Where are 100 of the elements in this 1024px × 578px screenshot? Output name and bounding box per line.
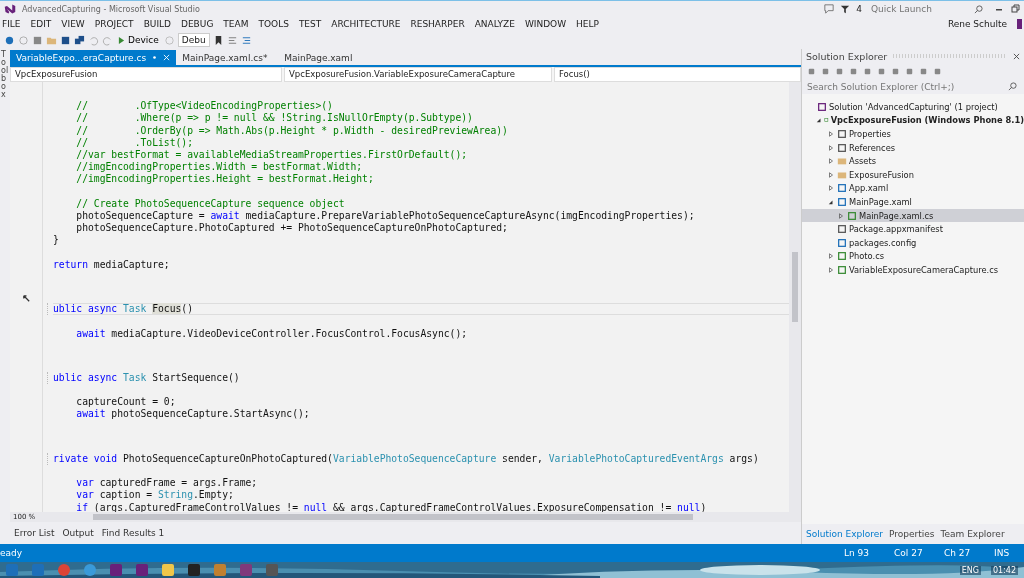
new-project-icon[interactable] [32,34,43,46]
tree-item[interactable]: MainPage.xaml [802,195,1024,209]
search-field[interactable]: Search Solution Explorer (Ctrl+;) [804,79,1022,94]
pin-icon[interactable] [151,54,159,61]
menu-item[interactable]: HELP [576,19,599,29]
status-message: eady [0,548,23,558]
horizontal-scrollbar-thumb[interactable] [93,514,693,520]
quick-launch-field[interactable]: Quick Launch [868,2,988,16]
references-icon [837,142,847,153]
window-title: AdvancedCapturing - Microsoft Visual Studio [22,4,200,14]
tree-item[interactable]: packages.config [802,235,1024,250]
panel-title: Solution Explorer [806,50,888,62]
search-icon[interactable] [974,5,983,14]
code-line: } [53,234,59,247]
code-line: //imgEncodingProperties.Width = bestFormat.Width; [75,161,363,174]
menu-item[interactable]: PROJECT [94,19,134,29]
search-icon [1008,82,1017,91]
panel-tab[interactable]: Properties [889,529,935,539]
tree-item[interactable]: VpcExposureFusion (Windows Phone 8.1) [802,113,1024,128]
menu-item[interactable]: TEST [298,19,322,29]
panel-tab[interactable]: Solution Explorer [806,529,883,539]
document-tab[interactable]: MainPage.xaml.cs* [176,50,279,65]
save-icon[interactable] [60,34,71,46]
panel-tab[interactable]: Team Explorer [940,529,1005,539]
menu-item[interactable]: VIEW [61,19,85,29]
scrollbar-thumb[interactable] [792,252,798,322]
code-line: rivate void PhotoSequenceCaptureOnPhotoCaptured(VariablePhotoSequenceCapture sender, VariablePhotoCapturedEventArgs args) [53,452,759,465]
redo-icon[interactable] [102,34,113,46]
tree-item[interactable]: Package.appxmanifest [802,222,1024,236]
clock[interactable]: 01:42 [990,565,1018,575]
tree-item[interactable]: Properties [802,127,1024,141]
code-line: // .ToList(); [75,136,193,150]
taskbar-app-icon[interactable] [214,564,226,576]
config-icon [837,237,847,248]
tree-item[interactable]: Photo.cs [802,249,1024,264]
user-name[interactable]: Rene Schulte [947,19,1007,29]
tool-window-tab[interactable]: Find Results 1 [101,528,165,538]
menu-item[interactable]: WINDOW [524,19,567,29]
taskbar-app-icon[interactable] [188,564,200,576]
code-line: //imgEncodingProperties.Height = bestFormat.Height; [75,173,374,186]
tree-item[interactable]: Assets [802,154,1024,168]
code-line: var capturedFrame = args.Frame; [75,477,258,490]
back-icon[interactable] [4,34,15,46]
properties-icon [837,129,847,139]
menu-item[interactable]: TEAM [223,19,249,29]
document-tab[interactable]: VariableExpo...eraCapture.cs [10,50,177,65]
menu-item[interactable]: ARCHITECTURE [331,19,401,29]
play-icon [118,36,125,44]
notification-count[interactable]: 4 [856,4,862,14]
tree-item[interactable]: MainPage.xaml.cs [802,208,1024,223]
code-line: ublic async Task Focus() [53,304,193,315]
visual-studio-logo-icon [4,3,16,15]
document-tab[interactable]: MainPage.xaml [278,50,381,65]
code-line: return mediaCapture; [53,258,170,272]
line-number: Ln 93 [844,548,871,558]
code-line: captureCount = 0; [75,396,176,409]
save-all-icon[interactable] [74,34,85,46]
code-line: //var bestFormat = availableMediaStreamProperties.FirstOrDefault(); [75,149,468,162]
navigation-dropdown[interactable]: VpcExposureFusion [10,67,282,82]
menu-item[interactable]: ANALYZE [474,19,515,29]
cs-icon [837,251,847,262]
menu-item[interactable]: FILE [2,19,21,29]
tree-item[interactable]: Solution 'AdvancedCapturing' (1 project) [802,100,1024,114]
input-language[interactable]: ENG [959,565,981,575]
restore-icon[interactable] [1010,4,1020,14]
configuration-dropdown[interactable]: Debu [177,33,210,47]
code-line: // .Where(p => p != null && !String.IsNullOrEmpty(p.Subtype)) [75,112,473,125]
filter-icon[interactable] [840,4,851,14]
expander-icon[interactable] [816,117,822,124]
expander-icon[interactable] [827,198,834,205]
folder-icon [837,156,847,167]
menu-item[interactable]: BUILD [143,19,171,29]
run-button[interactable]: Device [116,35,161,45]
code-line: photoSequenceCapture = await mediaCapture.PrepareVariablePhotoSequenceCaptureAsync(imgEncodingProperties); [75,210,695,223]
tree-item[interactable]: VariableExposureCameraCapture.cs [802,263,1024,277]
menu-item[interactable]: EDIT [30,19,52,29]
code-line: await photoSequenceCapture.StartAsync(); [75,408,310,421]
xaml-icon [837,183,847,194]
tree-item[interactable]: ExposureFusion [802,167,1024,182]
code-line: if (args.CapturedFrameControlValues != null && args.CapturedFrameControlValues.ExposureCompensation != null) [75,501,707,512]
indent-icon[interactable] [240,34,252,46]
navigation-dropdown[interactable]: Focus() [554,67,801,82]
tool-window-tab[interactable]: Output [62,528,94,538]
taskbar-app-icon[interactable] [162,564,174,576]
tree-item[interactable]: References [802,140,1024,155]
tool-window-tab[interactable]: Error List [14,528,55,538]
code-line: photoSequenceCapture.PhotoCaptured += PhotoSequenceCaptureOnPhotoCaptured; [75,222,508,235]
navigation-dropdown[interactable]: VpcExposureFusion.VariableExposureCameraCapture [284,67,552,82]
feedback-icon[interactable] [824,4,835,14]
menu-item[interactable]: DEBUG [181,19,214,29]
code-line: await mediaCapture.VideoDeviceController.FocusControl.FocusAsync(); [75,327,468,340]
toolbox-tab[interactable]: Toolbox [1,49,9,544]
menu-item[interactable]: TOOLS [258,19,289,29]
menu-item[interactable]: RESHARPER [410,19,465,29]
close-icon[interactable] [1013,52,1020,60]
code-line: ublic async Task StartSequence() [53,371,240,384]
insert-mode: INS [994,548,1011,558]
code-line: var caption = String.Empty; [75,489,234,502]
tree-item[interactable]: App.xaml [802,181,1024,196]
xaml-icon [837,196,847,207]
